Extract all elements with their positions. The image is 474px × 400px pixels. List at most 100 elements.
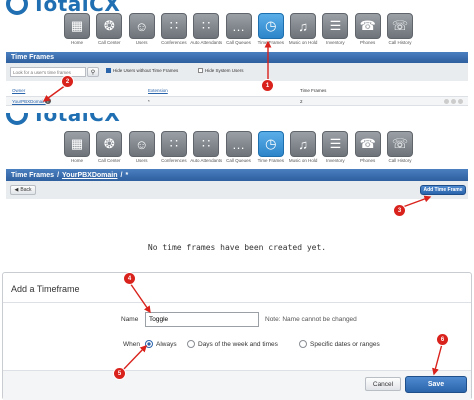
delete-icon[interactable] bbox=[458, 99, 463, 104]
column-owner[interactable]: Owner bbox=[12, 88, 25, 93]
toolbar-label: Conferences bbox=[161, 158, 187, 163]
logo-mark-icon bbox=[6, 113, 28, 125]
logo-second: TotalCX bbox=[6, 113, 120, 127]
toolbar-label: Inventory bbox=[326, 40, 345, 45]
conference-icon: ∷ bbox=[169, 18, 179, 33]
toolbar-item-phones[interactable]: ☎ bbox=[354, 13, 381, 39]
toolbar-item-users[interactable]: ☺ bbox=[128, 13, 155, 39]
toolbar-item-conferences[interactable]: ∷ bbox=[160, 131, 187, 157]
toolbar-item-phones[interactable]: ☎ bbox=[354, 131, 381, 157]
callout-4: 4 bbox=[124, 273, 135, 284]
toolbar-label: Home bbox=[70, 158, 83, 163]
keypad-icon: ∷ bbox=[202, 136, 211, 151]
toolbar-item-inventory[interactable]: ☰ bbox=[322, 131, 349, 157]
toolbar-item-time-frames[interactable]: ◷ bbox=[257, 13, 284, 39]
toolbar-label: Music on Hold bbox=[288, 40, 318, 45]
toolbar-item-music-on-hold[interactable]: ♫ bbox=[290, 13, 317, 39]
toolbar-item-inventory[interactable]: ☰ bbox=[322, 13, 349, 39]
dialog-divider bbox=[3, 302, 471, 303]
phone-icon: ☎ bbox=[359, 18, 376, 33]
back-arrow-icon: ◀ bbox=[14, 187, 19, 193]
column-extension[interactable]: Extension bbox=[148, 88, 168, 93]
music-icon: ♫ bbox=[298, 18, 308, 34]
toolbar-label: Auto Attendants bbox=[190, 40, 223, 45]
radio-days-of-week[interactable]: Days of the week and times bbox=[187, 340, 278, 348]
call-history-icon: ☏ bbox=[391, 18, 409, 33]
logo-mark-icon bbox=[6, 0, 28, 15]
toolbar-item-call-center[interactable]: ❂ bbox=[96, 13, 123, 39]
radio-selected-icon bbox=[145, 340, 153, 348]
breadcrumb-root[interactable]: Time Frames bbox=[11, 172, 54, 179]
toolbar-label: Home bbox=[70, 40, 83, 45]
name-note: Note: Name cannot be changed bbox=[265, 316, 357, 323]
toolbar-label: Music on Hold bbox=[288, 158, 318, 163]
toolbar-item-call-queues[interactable]: … bbox=[225, 13, 252, 39]
call-history-icon: ☏ bbox=[391, 136, 409, 151]
callout-2: 2 bbox=[62, 76, 73, 87]
toolbar-label: Users bbox=[135, 40, 148, 45]
save-button[interactable]: Save bbox=[405, 376, 467, 393]
toolbar-label: Inventory bbox=[326, 158, 345, 163]
toolbar-item-users[interactable]: ☺ bbox=[128, 131, 155, 157]
toolbar-item-call-history[interactable]: ☏ bbox=[387, 13, 413, 39]
toolbar-item-music-on-hold[interactable]: ♫ bbox=[290, 131, 317, 157]
table-header: Owner Extension Time Frames bbox=[6, 86, 468, 95]
add-time-frame-button[interactable]: Add Time Frame bbox=[420, 185, 466, 195]
toolbar-item-home[interactable]: ▦ bbox=[64, 131, 90, 157]
toolbar-item-home[interactable]: ▦ bbox=[64, 13, 90, 39]
radio-always[interactable]: Always bbox=[145, 340, 177, 348]
grid-icon: ▦ bbox=[70, 136, 84, 151]
conference-icon: ∷ bbox=[169, 136, 179, 151]
copy-icon[interactable] bbox=[451, 99, 456, 104]
search-icon: ⚲ bbox=[90, 69, 96, 76]
grid-icon: ▦ bbox=[70, 18, 84, 33]
toolbar-item-call-center[interactable]: ❂ bbox=[96, 131, 123, 157]
toolbar-label: Call Queues bbox=[226, 40, 251, 45]
panel-title-bar: Time Frames bbox=[6, 52, 468, 63]
toolbar-item-auto-attendants[interactable]: ∷ bbox=[193, 13, 220, 39]
list-icon: ☰ bbox=[329, 18, 342, 33]
hide-users-checkbox[interactable]: Hide Users without Time Frames bbox=[106, 68, 178, 73]
breadcrumb-domain[interactable]: YourPBXDomain bbox=[62, 172, 118, 179]
queue-icon: … bbox=[232, 18, 245, 34]
checkbox-unchecked-icon bbox=[198, 68, 203, 73]
toolbar-label: Call Queues bbox=[226, 158, 251, 163]
search-button[interactable]: ⚲ bbox=[87, 67, 99, 77]
radio-specific-dates[interactable]: Specific dates or ranges bbox=[299, 340, 380, 348]
toolbar-item-auto-attendants[interactable]: ∷ bbox=[193, 131, 220, 157]
toolbar-item-call-history[interactable]: ☏ bbox=[387, 131, 413, 157]
radio-unselected-icon bbox=[187, 340, 195, 348]
dialog: Add a Timeframe Name Note: Name cannot b… bbox=[2, 272, 472, 400]
clock-icon: ◷ bbox=[265, 18, 277, 33]
phone-icon: ☎ bbox=[359, 136, 376, 151]
toolbar-label: Call Center bbox=[98, 158, 121, 163]
when-label: When bbox=[123, 341, 140, 348]
callout-6: 6 bbox=[437, 334, 448, 345]
checkbox-checked-icon bbox=[106, 68, 111, 73]
hide-system-checkbox[interactable]: Hide System Users bbox=[198, 68, 244, 73]
list-icon: ☰ bbox=[329, 136, 342, 151]
column-time-frames: Time Frames bbox=[300, 88, 327, 93]
smiley-icon: ☺ bbox=[134, 18, 149, 34]
cancel-button[interactable]: Cancel bbox=[365, 377, 401, 391]
edit-icon[interactable] bbox=[444, 99, 449, 104]
toolbar-label: Users bbox=[135, 158, 148, 163]
user-search-input[interactable] bbox=[10, 67, 86, 77]
toolbar-item-conferences[interactable]: ∷ bbox=[160, 13, 187, 39]
toolbar-label: Call History bbox=[388, 40, 412, 45]
toolbar-label: Time Frames bbox=[257, 40, 284, 45]
toolbar-label: Call History bbox=[388, 158, 412, 163]
panel-title: Time Frames bbox=[11, 54, 55, 61]
toolbar-label: Call Center bbox=[98, 40, 121, 45]
dialog-title: Add a Timeframe bbox=[11, 284, 80, 294]
name-input[interactable] bbox=[145, 312, 259, 327]
owner-link[interactable]: YourPBXDomain bbox=[12, 99, 46, 104]
back-button[interactable]: ◀ Back bbox=[10, 185, 36, 195]
queue-icon: … bbox=[232, 136, 245, 152]
toolbar-label: Time Frames bbox=[257, 158, 284, 163]
toolbar-item-call-queues[interactable]: … bbox=[225, 131, 252, 157]
time-frames-count: 2 bbox=[300, 99, 303, 104]
callout-5: 5 bbox=[114, 368, 125, 379]
toolbar-item-time-frames[interactable]: ◷ bbox=[257, 131, 284, 157]
breadcrumb-bar: Time Frames / YourPBXDomain / * bbox=[6, 169, 468, 181]
